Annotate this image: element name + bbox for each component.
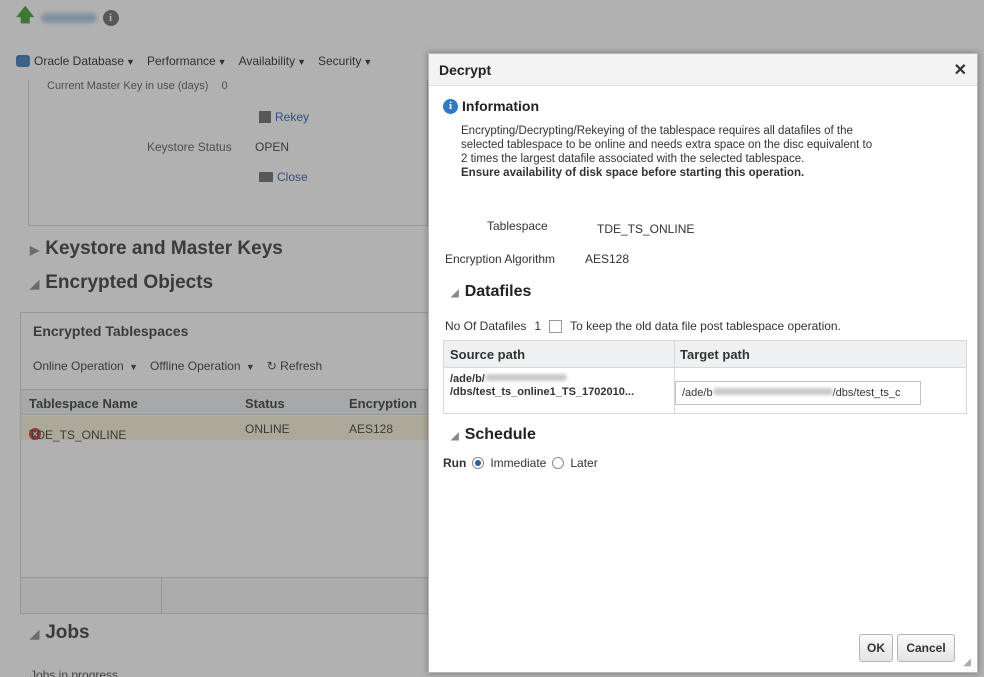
information-text: Encrypting/Decrypting/Rekeying of the ta… [461,125,873,179]
schedule-heading[interactable]: ◢ Schedule [451,426,536,444]
tablespace-value: TDE_TS_ONLINE [597,222,695,236]
decrypt-dialog: Decrypt ✕ i Information Encrypting/Decry… [428,53,978,673]
col-target-path: Target path [680,347,750,362]
run-label: Run [443,456,467,470]
col-source-path: Source path [450,347,526,362]
tablespace-label: Tablespace [487,219,548,233]
run-later-label[interactable]: Later [570,456,597,470]
run-immediate-radio[interactable] [472,457,485,469]
run-options: Run Immediate Later [443,456,598,470]
redacted-path [712,388,833,395]
info-icon: i [443,98,458,114]
target-path-input[interactable]: /ade/b/dbs/test_ts_c [675,381,921,405]
keep-old-datafile-checkbox[interactable] [549,319,563,333]
information-heading: i Information [443,98,539,114]
encryption-algorithm-value: AES128 [585,252,630,266]
source-path-value: /ade/b/ /dbs/test_ts_online1_TS_1702010.… [450,373,635,398]
resize-grip-icon[interactable]: ◢ [963,657,971,668]
dialog-header: Decrypt ✕ [429,54,977,86]
cancel-button[interactable]: Cancel [897,634,955,662]
no-of-datafiles-value: 1 [534,319,542,333]
run-later-radio[interactable] [552,457,565,469]
datafiles-heading[interactable]: ◢ Datafiles [451,283,531,301]
run-immediate-label[interactable]: Immediate [490,456,546,470]
redacted-path [484,374,567,381]
no-of-datafiles-label: No Of Datafiles [445,319,527,333]
keep-old-datafile-label: To keep the old data file post tablespac… [570,319,841,333]
dialog-title: Decrypt [439,62,492,78]
ok-button[interactable]: OK [859,634,893,662]
close-icon[interactable]: ✕ [954,60,967,80]
encryption-algorithm-label: Encryption Algorithm [445,252,556,266]
datafiles-options: No Of Datafiles 1 To keep the old data f… [445,319,841,333]
collapse-triangle-icon: ◢ [451,431,459,442]
collapse-triangle-icon: ◢ [451,288,459,299]
datafiles-table-header: Source path Target path [444,341,966,368]
